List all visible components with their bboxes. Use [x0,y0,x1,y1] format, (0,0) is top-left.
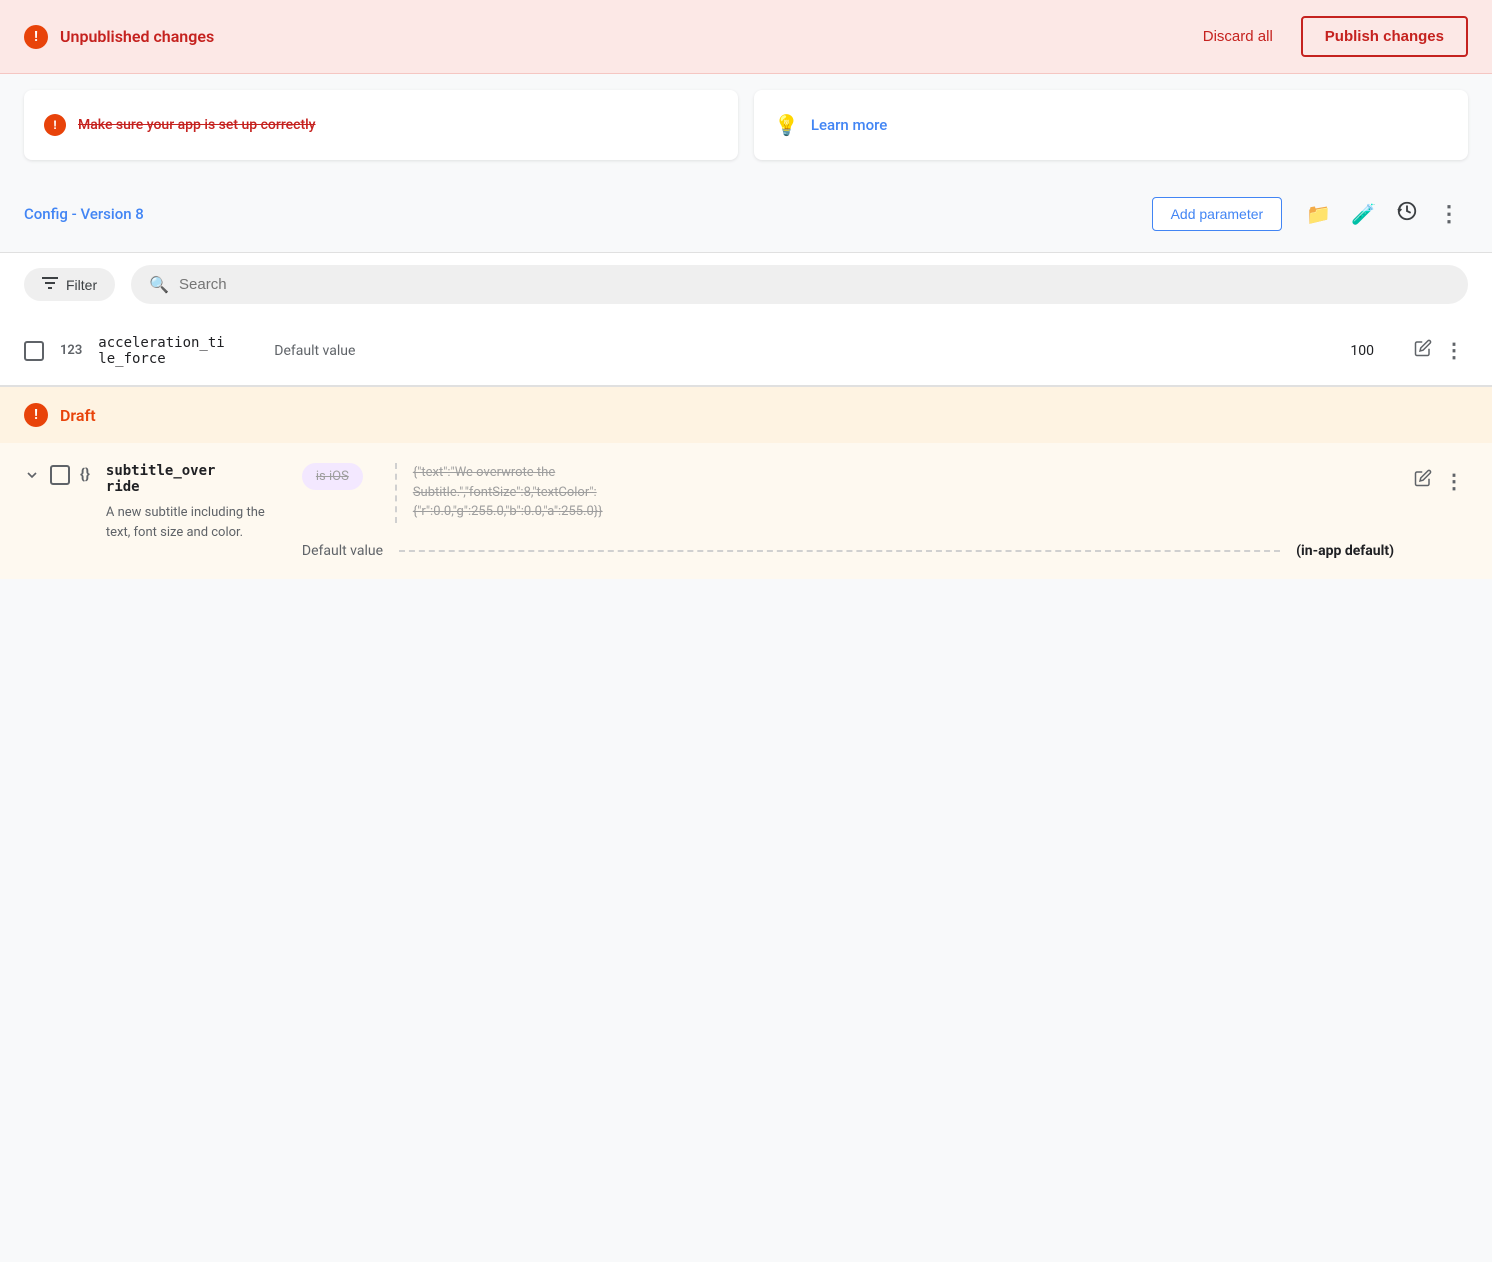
default-dashed-line [399,550,1280,552]
learn-more-link[interactable]: Learn more [811,116,887,134]
config-title: Config - Version 8 [24,205,1152,223]
search-icon: 🔍 [149,275,169,294]
draft-param-desc: A new subtitle including the text, font … [106,503,286,542]
default-value-bold: (in-app default) [1296,543,1394,559]
draft-row-actions: ⋮ [1410,463,1468,559]
banner-text: Unpublished changes [60,27,1175,46]
draft-param-row: {} subtitle_override A new subtitle incl… [0,443,1492,579]
condition-tag: is iOS [302,463,363,490]
param-name: acceleration_tile_force [98,335,258,367]
table-row: 123 acceleration_tile_force Default valu… [0,316,1492,386]
add-parameter-button[interactable]: Add parameter [1152,197,1283,231]
draft-row-left: {} [24,463,90,559]
more-icon: ⋮ [1438,201,1460,227]
bulb-icon: 💡 [774,113,799,137]
search-bar: 🔍 [131,265,1468,304]
flask-icon-button[interactable]: 🧪 [1343,194,1384,235]
default-row: Default value (in-app default) [302,543,1394,559]
default-value-label: Default value [274,343,374,359]
discard-all-button[interactable]: Discard all [1187,20,1289,53]
history-icon-button[interactable] [1388,192,1426,236]
curly-brace-icon: {} [80,465,90,483]
folder-icon: 📁 [1306,202,1331,227]
draft-edit-button[interactable] [1410,465,1436,496]
draft-middle: is iOS {"text":"We overwrote the Subtitl… [302,463,1394,559]
param-value: 100 [390,343,1394,359]
config-actions: 📁 🧪 ⋮ [1298,192,1468,236]
type-icon: 123 [60,343,82,358]
search-input[interactable] [179,276,1450,293]
draft-header: ! Draft [0,387,1492,443]
draft-param-info: subtitle_override A new subtitle includi… [106,463,286,559]
filter-button[interactable]: Filter [24,268,115,301]
draft-label: Draft [60,406,96,425]
filter-label: Filter [66,277,97,293]
condition-row: is iOS [302,463,379,490]
draft-warning-icon: ! [24,403,48,427]
draft-more-icon: ⋮ [1444,471,1464,493]
draft-param-name: subtitle_override [106,463,286,495]
more-options-button[interactable]: ⋮ [1430,193,1468,235]
filter-icon [42,276,58,293]
params-table: Filter 🔍 123 acceleration_tile_force Def… [0,252,1492,579]
warning-icon: ! [24,25,48,49]
warning-card: ! Make sure your app is set up correctly [24,90,738,160]
card-warning-text: Make sure your app is set up correctly [78,117,316,133]
filter-search-row: Filter 🔍 [0,252,1492,316]
row-more-icon: ⋮ [1444,340,1464,362]
publish-changes-button[interactable]: Publish changes [1301,16,1468,57]
cards-row: ! Make sure your app is set up correctly… [0,74,1492,176]
flask-icon: 🧪 [1351,202,1376,227]
info-card: 💡 Learn more [754,90,1468,160]
card-warning-icon: ! [44,114,66,136]
config-header: Config - Version 8 Add parameter 📁 🧪 ⋮ [0,176,1492,252]
collapse-chevron-icon[interactable] [24,463,40,488]
folder-icon-button[interactable]: 📁 [1298,194,1339,235]
draft-section: ! Draft {} subtitle_override A new subti… [0,386,1492,579]
default-label-draft: Default value [302,543,383,559]
unpublished-banner: ! Unpublished changes Discard all Publis… [0,0,1492,74]
row-actions: ⋮ [1410,334,1468,367]
draft-row-checkbox[interactable] [50,465,70,485]
draft-more-button[interactable]: ⋮ [1440,465,1468,498]
edit-button[interactable] [1410,335,1436,366]
history-icon [1396,200,1418,228]
row-checkbox[interactable] [24,341,44,361]
condition-value: {"text":"We overwrote the Subtitle.","fo… [413,463,613,522]
row-more-button[interactable]: ⋮ [1440,334,1468,367]
